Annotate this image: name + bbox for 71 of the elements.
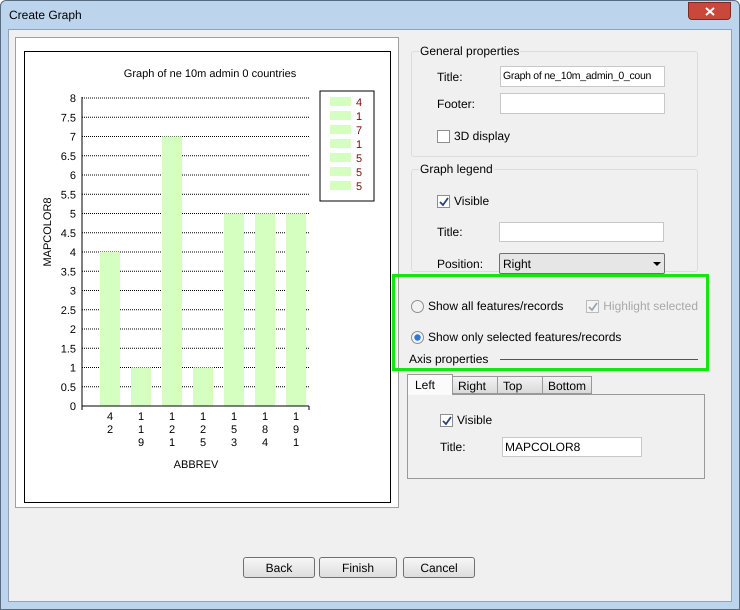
checkbox-label: Visible — [457, 412, 492, 429]
legend-label: 5 — [356, 167, 362, 179]
radio-label: Show all features/records — [428, 298, 564, 315]
text-field[interactable]: MAPCOLOR8 — [502, 437, 642, 457]
x-tick-label: 153 — [230, 411, 238, 449]
dialog-button[interactable]: Finish — [319, 557, 397, 578]
x-tick-label: 121 — [168, 411, 176, 449]
dropdown[interactable]: Right — [499, 253, 665, 274]
y-tick-label: 4 — [70, 247, 76, 259]
legend-label: 4 — [356, 97, 362, 109]
text-field[interactable]: Graph of ne_10m_admin_0_coun — [500, 66, 665, 87]
y-tick-label: 8 — [70, 93, 76, 105]
bar — [131, 368, 151, 406]
y-axis-label: MAPCOLOR8 — [42, 197, 54, 267]
group-heading: Graph legend — [419, 161, 494, 178]
legend-label: 5 — [356, 153, 362, 165]
y-tick-label: 2 — [70, 324, 76, 336]
legend-label: 1 — [356, 111, 362, 123]
tab[interactable]: Top — [497, 376, 543, 394]
y-tick-label: 0.5 — [60, 382, 76, 394]
legend-label: 5 — [356, 181, 362, 193]
field-label: Title: — [440, 439, 467, 456]
radio-button[interactable] — [411, 330, 424, 344]
x-tick-label: 125 — [200, 411, 206, 449]
checkbox[interactable] — [437, 130, 450, 142]
y-tick-label: 1.5 — [60, 343, 76, 356]
text-field[interactable] — [500, 93, 665, 114]
field-label: Position: — [437, 256, 484, 272]
checkbox[interactable] — [440, 414, 453, 426]
caret-icon — [653, 262, 661, 266]
group-heading: General properties — [419, 43, 520, 60]
x-tick-label: 42 — [106, 411, 114, 436]
y-tick-label: 4.5 — [60, 228, 76, 240]
close-button[interactable] — [688, 2, 731, 20]
field-label: Title: — [437, 224, 464, 241]
checkbox-label: Visible — [454, 193, 490, 210]
y-tick-label: 7.5 — [60, 112, 76, 124]
y-tick-label: 1 — [70, 362, 76, 374]
dialog-button[interactable]: Cancel — [403, 557, 475, 578]
field-label: Footer: — [437, 96, 476, 112]
close-icon — [704, 6, 714, 16]
section-heading: Axis properties — [409, 351, 488, 368]
bar — [193, 368, 213, 406]
x-axis-label: ABBREV — [174, 459, 218, 471]
x-tick-label: 184 — [262, 411, 268, 449]
tab[interactable]: Right — [452, 376, 498, 394]
y-tick-label: 0 — [70, 401, 76, 413]
x-tick-label: 191 — [292, 411, 300, 449]
y-tick-label: 6 — [70, 170, 76, 182]
y-tick-label: 5 — [70, 208, 76, 220]
legend-label: 7 — [356, 125, 362, 137]
window-title: Create Graph — [9, 7, 82, 24]
checkbox[interactable] — [437, 194, 450, 208]
chart-title: Graph of ne 10m admin 0 countries — [124, 68, 296, 80]
legend-label: 1 — [356, 139, 362, 151]
y-tick-label: 3.5 — [60, 266, 76, 278]
text-field[interactable] — [499, 222, 664, 242]
tab[interactable]: Bottom — [542, 376, 592, 394]
y-tick-label: 6.5 — [60, 150, 76, 163]
y-tick-label: 2.5 — [60, 304, 76, 317]
field-label: Title: — [437, 68, 464, 86]
tab[interactable]: Left — [407, 374, 453, 395]
y-tick-label: 5.5 — [60, 189, 76, 202]
checkbox-label: 3D display — [454, 128, 510, 145]
radio-label: Show only selected features/records — [428, 329, 622, 346]
dialog-button[interactable]: Back — [243, 557, 315, 578]
x-tick-label: 119 — [138, 411, 144, 449]
checkbox-label: Highlight selected — [603, 298, 698, 315]
y-tick-label: 7 — [70, 132, 76, 144]
y-tick-label: 3 — [70, 286, 76, 298]
radio-button[interactable] — [411, 300, 424, 312]
